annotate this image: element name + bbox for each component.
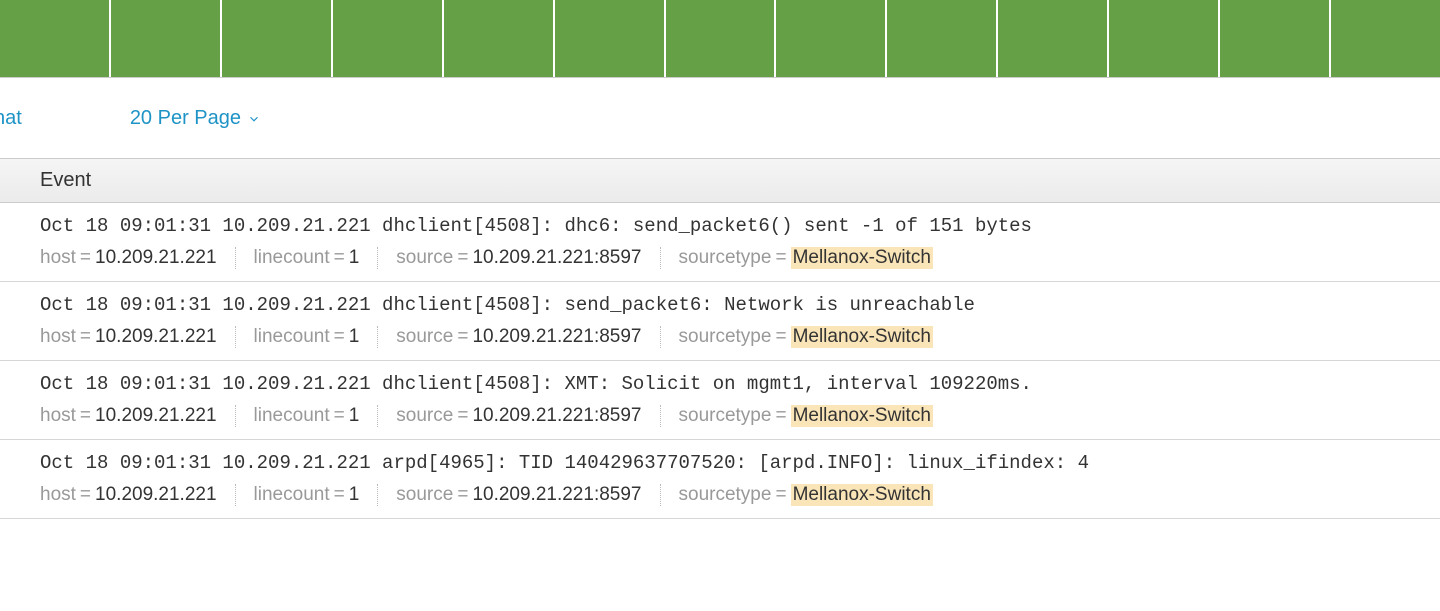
event-raw-text[interactable]: Oct 18 09:01:31 10.209.21.221 dhclient[4… <box>40 294 1420 316</box>
meta-key: host <box>40 405 76 427</box>
meta-value[interactable]: 10.209.21.221 <box>95 326 217 348</box>
timeline-segment[interactable] <box>333 0 444 77</box>
meta-value[interactable]: 10.209.21.221 <box>95 405 217 427</box>
meta-value[interactable]: 1 <box>349 484 360 506</box>
meta-value[interactable]: 10.209.21.221:8597 <box>472 247 641 269</box>
per-page-label: 20 Per Page <box>130 107 241 130</box>
timeline-segment[interactable] <box>111 0 222 77</box>
meta-pair-source[interactable]: source = 10.209.21.221:8597 <box>378 405 660 427</box>
event-row: Oct 18 09:01:31 10.209.21.221 dhclient[4… <box>0 361 1440 440</box>
event-meta: host = 10.209.21.221linecount = 1source … <box>40 247 1420 269</box>
equals-sign: = <box>80 484 91 506</box>
equals-sign: = <box>457 484 468 506</box>
event-row: Oct 18 09:01:31 10.209.21.221 arpd[4965]… <box>0 440 1440 519</box>
timeline-segment[interactable] <box>1109 0 1220 77</box>
column-header-event: Event <box>40 169 91 191</box>
meta-pair-sourcetype[interactable]: sourcetype = Mellanox-Switch <box>661 247 951 269</box>
meta-key: linecount <box>254 405 330 427</box>
meta-value[interactable]: Mellanox-Switch <box>791 405 933 427</box>
equals-sign: = <box>775 405 786 427</box>
meta-key: source <box>396 326 453 348</box>
event-meta: host = 10.209.21.221linecount = 1source … <box>40 405 1420 427</box>
equals-sign: = <box>334 405 345 427</box>
timeline-segment[interactable] <box>0 0 111 77</box>
per-page-dropdown[interactable]: 20 Per Page <box>130 107 261 130</box>
meta-value[interactable]: 1 <box>349 405 360 427</box>
meta-pair-linecount[interactable]: linecount = 1 <box>236 405 379 427</box>
meta-key: host <box>40 484 76 506</box>
meta-key: host <box>40 326 76 348</box>
timeline-segment[interactable] <box>222 0 333 77</box>
meta-value[interactable]: 10.209.21.221 <box>95 484 217 506</box>
event-row: Oct 18 09:01:31 10.209.21.221 dhclient[4… <box>0 282 1440 361</box>
event-row: Oct 18 09:01:31 10.209.21.221 dhclient[4… <box>0 203 1440 282</box>
event-meta: host = 10.209.21.221linecount = 1source … <box>40 326 1420 348</box>
meta-pair-linecount[interactable]: linecount = 1 <box>236 326 379 348</box>
format-dropdown[interactable]: nat <box>0 107 22 130</box>
timeline-segment[interactable] <box>444 0 555 77</box>
event-raw-text[interactable]: Oct 18 09:01:31 10.209.21.221 dhclient[4… <box>40 373 1420 395</box>
meta-pair-linecount[interactable]: linecount = 1 <box>236 484 379 506</box>
meta-value[interactable]: Mellanox-Switch <box>791 247 933 269</box>
equals-sign: = <box>775 247 786 269</box>
equals-sign: = <box>457 326 468 348</box>
meta-value[interactable]: 10.209.21.221 <box>95 247 217 269</box>
equals-sign: = <box>457 247 468 269</box>
timeline-segment[interactable] <box>666 0 777 77</box>
meta-value[interactable]: 10.209.21.221:8597 <box>472 326 641 348</box>
meta-value[interactable]: 10.209.21.221:8597 <box>472 405 641 427</box>
equals-sign: = <box>334 326 345 348</box>
equals-sign: = <box>334 484 345 506</box>
meta-pair-linecount[interactable]: linecount = 1 <box>236 247 379 269</box>
equals-sign: = <box>80 326 91 348</box>
meta-value[interactable]: Mellanox-Switch <box>791 326 933 348</box>
meta-key: linecount <box>254 326 330 348</box>
meta-value[interactable]: 10.209.21.221:8597 <box>472 484 641 506</box>
chevron-down-icon <box>247 112 261 129</box>
timeline-segment[interactable] <box>887 0 998 77</box>
equals-sign: = <box>457 405 468 427</box>
meta-pair-host[interactable]: host = 10.209.21.221 <box>40 247 236 269</box>
timeline-segment[interactable] <box>555 0 666 77</box>
meta-key: linecount <box>254 484 330 506</box>
timeline-segment[interactable] <box>776 0 887 77</box>
meta-key: sourcetype <box>679 405 772 427</box>
meta-value[interactable]: 1 <box>349 247 360 269</box>
meta-pair-host[interactable]: host = 10.209.21.221 <box>40 326 236 348</box>
meta-key: linecount <box>254 247 330 269</box>
timeline-segment[interactable] <box>1220 0 1331 77</box>
equals-sign: = <box>334 247 345 269</box>
meta-pair-source[interactable]: source = 10.209.21.221:8597 <box>378 484 660 506</box>
event-raw-text[interactable]: Oct 18 09:01:31 10.209.21.221 dhclient[4… <box>40 215 1420 237</box>
equals-sign: = <box>80 247 91 269</box>
meta-key: source <box>396 405 453 427</box>
meta-pair-host[interactable]: host = 10.209.21.221 <box>40 405 236 427</box>
timeline-segment[interactable] <box>1331 0 1440 77</box>
meta-key: sourcetype <box>679 484 772 506</box>
meta-pair-sourcetype[interactable]: sourcetype = Mellanox-Switch <box>661 405 951 427</box>
meta-key: sourcetype <box>679 247 772 269</box>
meta-value[interactable]: 1 <box>349 326 360 348</box>
meta-pair-sourcetype[interactable]: sourcetype = Mellanox-Switch <box>661 484 951 506</box>
equals-sign: = <box>80 405 91 427</box>
meta-pair-source[interactable]: source = 10.209.21.221:8597 <box>378 326 660 348</box>
meta-key: source <box>396 484 453 506</box>
meta-pair-source[interactable]: source = 10.209.21.221:8597 <box>378 247 660 269</box>
meta-pair-sourcetype[interactable]: sourcetype = Mellanox-Switch <box>661 326 951 348</box>
results-toolbar: nat 20 Per Page <box>0 78 1440 158</box>
meta-value[interactable]: Mellanox-Switch <box>791 484 933 506</box>
meta-key: source <box>396 247 453 269</box>
meta-key: host <box>40 247 76 269</box>
event-meta: host = 10.209.21.221linecount = 1source … <box>40 484 1420 506</box>
timeline-bar[interactable] <box>0 0 1440 78</box>
equals-sign: = <box>775 484 786 506</box>
meta-pair-host[interactable]: host = 10.209.21.221 <box>40 484 236 506</box>
equals-sign: = <box>775 326 786 348</box>
timeline-segment[interactable] <box>998 0 1109 77</box>
table-header: Event <box>0 158 1440 203</box>
event-raw-text[interactable]: Oct 18 09:01:31 10.209.21.221 arpd[4965]… <box>40 452 1420 474</box>
meta-key: sourcetype <box>679 326 772 348</box>
